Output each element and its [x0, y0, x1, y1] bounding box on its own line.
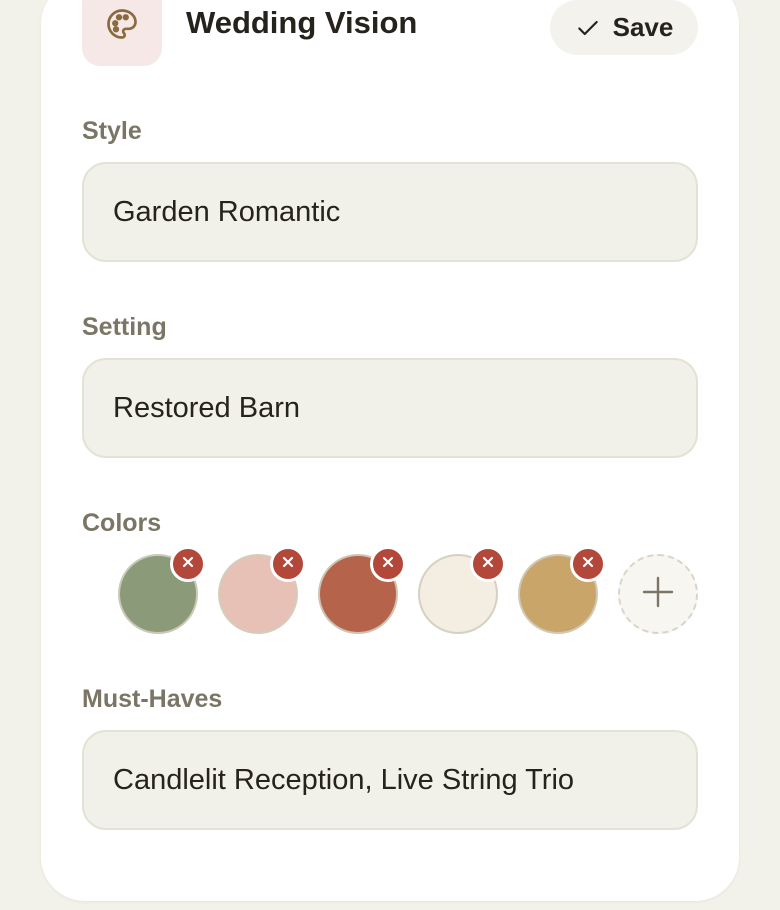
save-button[interactable]: Save	[550, 0, 698, 55]
close-icon	[281, 555, 295, 574]
remove-color-button[interactable]	[270, 546, 306, 582]
palette-icon	[104, 6, 140, 47]
must-haves-label: Must-Haves	[82, 685, 223, 713]
plus-icon	[641, 575, 675, 614]
remove-color-button[interactable]	[470, 546, 506, 582]
close-icon	[581, 555, 595, 574]
close-icon	[381, 555, 395, 574]
must-haves-input[interactable]	[82, 730, 698, 830]
close-icon	[181, 555, 195, 574]
style-label: Style	[82, 117, 142, 145]
add-color-button[interactable]	[618, 554, 698, 634]
setting-label: Setting	[82, 313, 167, 341]
remove-color-button[interactable]	[570, 546, 606, 582]
remove-color-button[interactable]	[170, 546, 206, 582]
palette-icon-box	[82, 0, 162, 66]
style-input[interactable]	[82, 162, 698, 262]
save-button-label: Save	[612, 12, 674, 42]
close-icon	[481, 555, 495, 574]
colors-label: Colors	[82, 509, 162, 537]
setting-input[interactable]	[82, 358, 698, 458]
remove-color-button[interactable]	[370, 546, 406, 582]
page-title: Wedding Vision	[186, 5, 418, 40]
check-icon	[575, 15, 601, 41]
